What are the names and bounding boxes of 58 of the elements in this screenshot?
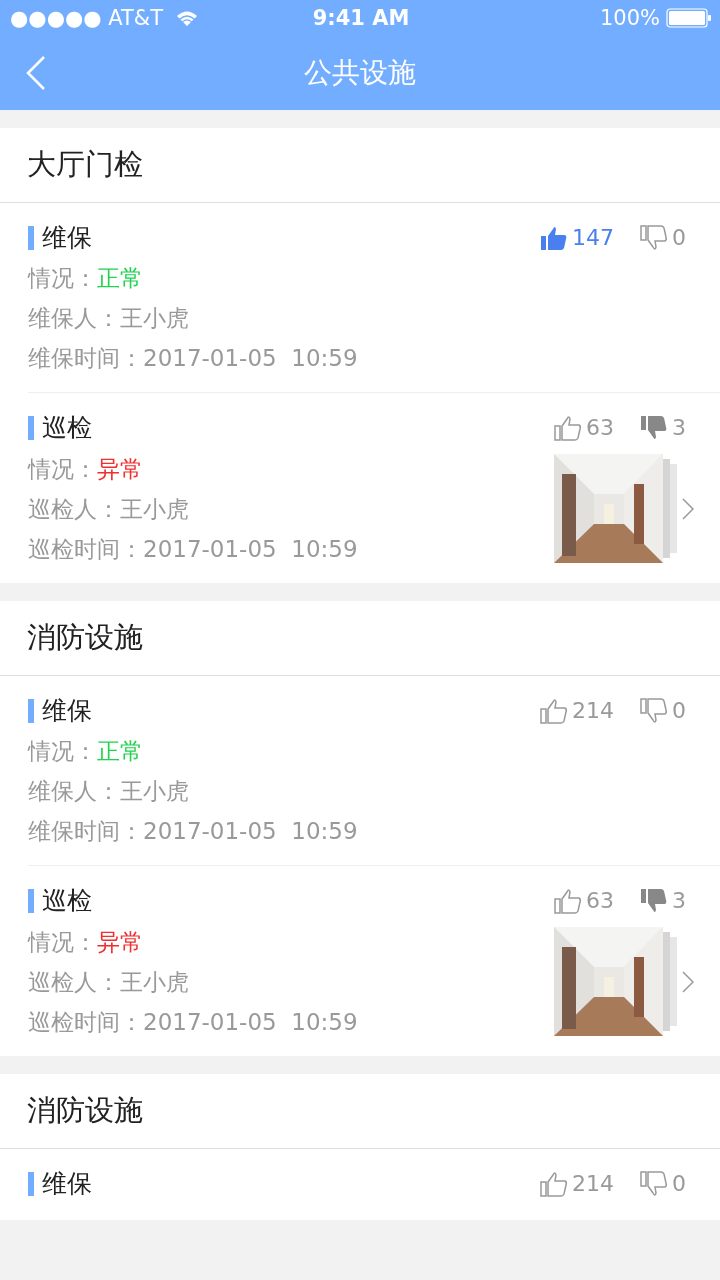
dislike-count: 3 [672,415,686,440]
person-text: 巡检人：王小虎 [28,494,190,523]
section-title: 消防设施 [0,601,720,676]
status-value: 异常 [97,927,143,956]
accent-bar [28,225,34,250]
like-count: 63 [586,888,614,913]
status-label: 情况： [28,927,97,956]
battery-icon [666,8,712,28]
thumbs-down-icon[interactable] [640,697,668,724]
time-text: 巡检时间：2017-01-05 10:59 [28,1007,358,1036]
chevron-right-icon[interactable] [682,497,694,520]
accent-bar [28,415,34,440]
record-title: 维保 [42,695,92,727]
thumbs-up-icon[interactable] [540,697,568,724]
dislike-count: 0 [672,698,686,723]
time-text: 维保时间：2017-01-05 10:59 [28,817,358,845]
section-title: 大厅门检 [0,128,720,203]
record-title: 巡检 [42,885,92,917]
dislike-count: 0 [672,1171,686,1196]
person-text: 巡检人：王小虎 [28,967,190,996]
page-title: 公共设施 [304,55,416,91]
like-count: 63 [586,415,614,440]
dislike-count: 3 [672,888,686,913]
thumbs-up-icon[interactable] [540,1170,568,1197]
status-value: 正常 [97,264,143,292]
thumbs-up-icon[interactable] [554,414,582,441]
like-count: 147 [572,225,614,250]
dislike-count: 0 [672,225,686,250]
thumbs-down-icon[interactable] [640,1170,668,1197]
back-icon[interactable] [26,56,46,90]
record-title: 维保 [42,1168,92,1200]
thumbs-down-icon[interactable] [640,414,668,441]
accent-bar [28,698,34,723]
accent-bar [28,888,34,913]
wifi-icon [175,9,200,27]
time-text: 巡检时间：2017-01-05 10:59 [28,534,358,563]
record-title: 巡检 [42,412,92,444]
person-text: 维保人：王小虎 [28,777,190,805]
accent-bar [28,1171,34,1196]
chevron-right-icon[interactable] [682,970,694,993]
carrier-text: ●●●●● AT&T [10,6,164,30]
status-label: 情况： [28,737,97,765]
status-value: 正常 [97,737,143,765]
thumbs-up-icon[interactable] [554,887,582,914]
battery-text: 100% [599,6,660,30]
thumbs-down-icon[interactable] [640,224,668,251]
status-label: 情况： [28,454,97,483]
thumbs-down-icon[interactable] [640,887,668,914]
section-title: 消防设施 [0,1074,720,1149]
thumbs-up-icon[interactable] [540,224,568,251]
record-title: 维保 [42,222,92,254]
status-label: 情况： [28,264,97,292]
time-text: 维保时间：2017-01-05 10:59 [28,344,358,372]
status-value: 异常 [97,454,143,483]
like-count: 214 [572,1171,614,1196]
clock-text: 9:41 AM [312,6,410,30]
person-text: 维保人：王小虎 [28,304,190,332]
like-count: 214 [572,698,614,723]
